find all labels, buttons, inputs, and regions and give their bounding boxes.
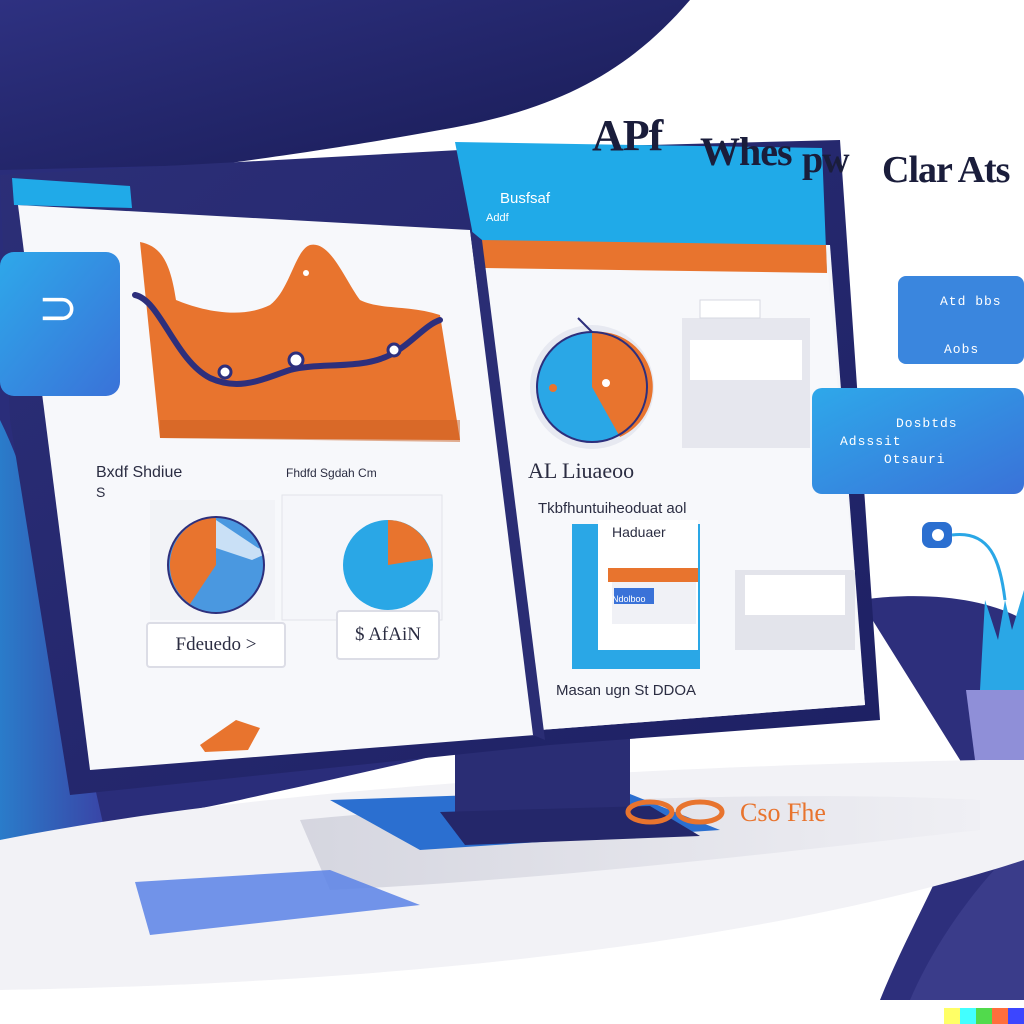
float-card-a-line-1: Atd bbs <box>940 294 1002 309</box>
color-palette-watermark <box>944 1008 1024 1024</box>
gray-window-top <box>682 318 810 448</box>
float-card-b-line-2: Adsssit <box>840 434 902 449</box>
middle-card-title: Fhdfd Sgdah Cm <box>286 466 377 480</box>
right-paragraph-subtitle: Haduaer <box>612 524 666 540</box>
float-card-b-line-3: Otsauri <box>884 452 946 467</box>
right-window-header-caption: Addf <box>486 212 509 224</box>
headline-line-3: pw <box>802 139 850 181</box>
left-section-title: Bxdf Shdiue <box>96 464 183 481</box>
blue-card-text: Ndolboo <box>612 594 646 604</box>
headline-line-4: Clar Ats <box>882 149 1010 191</box>
right-window-header-title: Busfsaf <box>500 190 551 207</box>
middle-action-button[interactable]: $ AfAiN <box>336 610 440 660</box>
left-section-subtitle: S <box>96 484 106 500</box>
pie-chart-middle <box>343 520 433 610</box>
scene: APf Whes pw Clar Ats ⊃ Atd bbs Aobs Dosb… <box>0 0 1024 1024</box>
area-chart-marker <box>287 351 305 369</box>
area-chart-marker <box>217 364 233 380</box>
right-footer-text: Masan ugn St DDOA <box>556 682 697 699</box>
float-card-a-line-2: Aobs <box>944 342 980 357</box>
headline-line-1: APf <box>592 111 663 160</box>
area-chart-marker <box>386 342 402 358</box>
donut-caption: AL Liuaeoo <box>528 458 635 483</box>
headline-line-2: Whes <box>700 129 793 174</box>
float-card-b-line-1: Dosbtds <box>896 416 958 431</box>
right-paragraph-title: Tkbfhuntuiheoduat aol <box>538 500 687 517</box>
left-action-button[interactable]: Fdeuedo > <box>146 622 286 668</box>
toggle-icon[interactable]: ⊃ <box>38 280 78 336</box>
plug-icon <box>922 522 1007 601</box>
area-chart-marker <box>303 270 309 276</box>
illustration <box>0 0 1024 1000</box>
desk-logo-text: Cso Fhe <box>740 798 826 827</box>
